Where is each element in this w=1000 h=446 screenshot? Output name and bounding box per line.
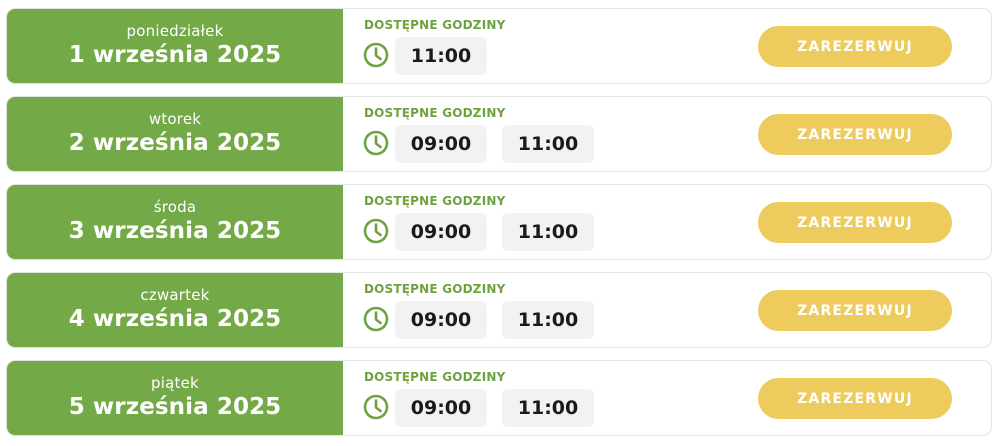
date-label: 2 września 2025 bbox=[68, 130, 282, 156]
time-slot[interactable]: 11:00 bbox=[502, 389, 594, 427]
day-card: piątek 5 września 2025 DOSTĘPNE GODZINY … bbox=[6, 360, 992, 436]
clock-icon bbox=[363, 42, 389, 68]
date-block: poniedziałek 1 września 2025 bbox=[7, 9, 343, 83]
reserve-button[interactable]: ZAREZERWUJ bbox=[758, 202, 952, 243]
available-hours-label: DOSTĘPNE GODZINY bbox=[364, 106, 506, 120]
date-label: 4 września 2025 bbox=[68, 306, 282, 332]
time-slot[interactable]: 09:00 bbox=[395, 125, 487, 163]
time-slot[interactable]: 11:00 bbox=[502, 213, 594, 251]
date-block: środa 3 września 2025 bbox=[7, 185, 343, 259]
time-slot[interactable]: 09:00 bbox=[395, 213, 487, 251]
date-label: 3 września 2025 bbox=[68, 218, 282, 244]
time-slot[interactable]: 09:00 bbox=[395, 389, 487, 427]
clock-icon bbox=[363, 394, 389, 420]
date-label: 1 września 2025 bbox=[68, 42, 282, 68]
available-hours-label: DOSTĘPNE GODZINY bbox=[364, 194, 506, 208]
date-label: 5 września 2025 bbox=[68, 394, 282, 420]
time-slot[interactable]: 11:00 bbox=[502, 125, 594, 163]
time-slot[interactable]: 09:00 bbox=[395, 301, 487, 339]
day-card: poniedziałek 1 września 2025 DOSTĘPNE GO… bbox=[6, 8, 992, 84]
clock-icon bbox=[363, 130, 389, 156]
weekday-label: poniedziałek bbox=[126, 22, 224, 40]
available-hours-label: DOSTĘPNE GODZINY bbox=[364, 18, 506, 32]
date-block: wtorek 2 września 2025 bbox=[7, 97, 343, 171]
day-card: środa 3 września 2025 DOSTĘPNE GODZINY 0… bbox=[6, 184, 992, 260]
weekday-label: wtorek bbox=[148, 110, 202, 128]
reserve-button[interactable]: ZAREZERWUJ bbox=[758, 26, 952, 67]
clock-icon bbox=[363, 306, 389, 332]
weekday-label: środa bbox=[153, 198, 197, 216]
available-hours-label: DOSTĘPNE GODZINY bbox=[364, 282, 506, 296]
available-hours-label: DOSTĘPNE GODZINY bbox=[364, 370, 506, 384]
availability-list: poniedziałek 1 września 2025 DOSTĘPNE GO… bbox=[0, 0, 1000, 446]
weekday-label: piątek bbox=[151, 374, 199, 392]
day-card: wtorek 2 września 2025 DOSTĘPNE GODZINY … bbox=[6, 96, 992, 172]
weekday-label: czwartek bbox=[140, 286, 210, 304]
clock-icon bbox=[363, 218, 389, 244]
date-block: czwartek 4 września 2025 bbox=[7, 273, 343, 347]
reserve-button[interactable]: ZAREZERWUJ bbox=[758, 114, 952, 155]
reserve-button[interactable]: ZAREZERWUJ bbox=[758, 378, 952, 419]
time-slot[interactable]: 11:00 bbox=[395, 37, 487, 75]
reserve-button[interactable]: ZAREZERWUJ bbox=[758, 290, 952, 331]
date-block: piątek 5 września 2025 bbox=[7, 361, 343, 435]
time-slot[interactable]: 11:00 bbox=[502, 301, 594, 339]
day-card: czwartek 4 września 2025 DOSTĘPNE GODZIN… bbox=[6, 272, 992, 348]
